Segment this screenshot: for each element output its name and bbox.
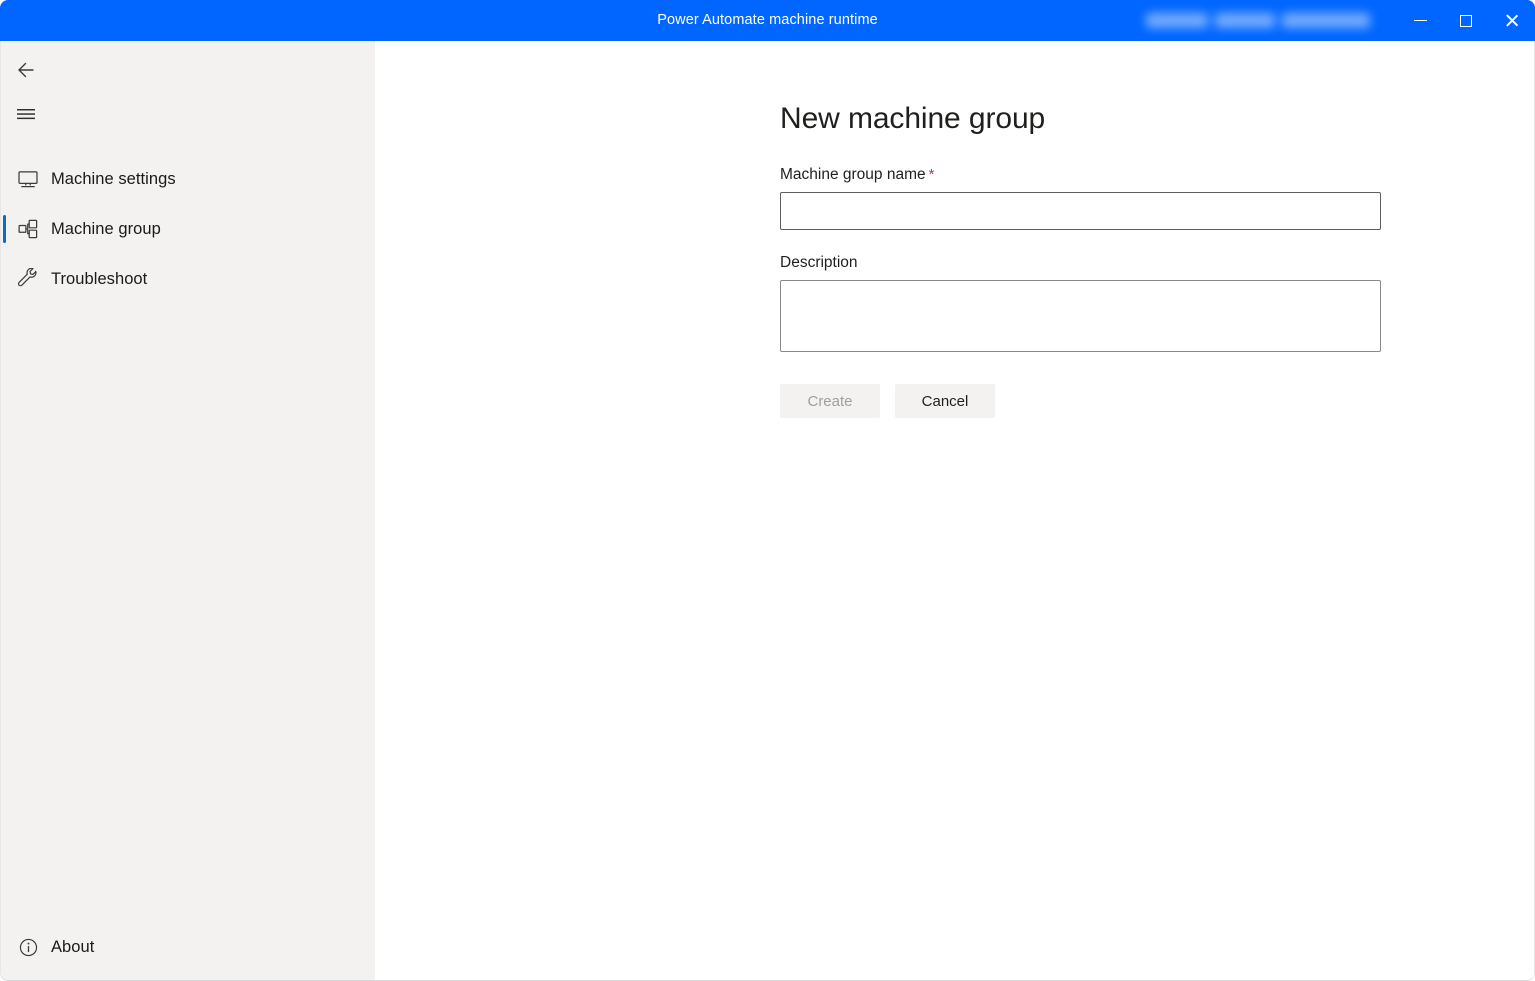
description-label: Description	[780, 254, 858, 271]
window-body: Machine settings Machine group Troublesh…	[0, 41, 1535, 981]
close-icon	[1505, 13, 1520, 28]
description-textarea[interactable]	[780, 280, 1381, 352]
maximize-button[interactable]	[1443, 0, 1489, 41]
title-bar[interactable]: Power Automate machine runtime	[0, 0, 1535, 41]
machine-group-name-label-text: Machine group name	[780, 166, 926, 183]
window-controls	[1397, 0, 1535, 41]
field-machine-group-name: Machine group name *	[780, 166, 1534, 230]
sidebar-item-machine-group[interactable]: Machine group	[1, 204, 375, 254]
account-info-redacted	[1146, 9, 1370, 31]
sidebar-item-label: Troubleshoot	[51, 269, 148, 288]
required-asterisk: *	[928, 166, 935, 183]
back-arrow-icon	[18, 62, 34, 78]
form-actions: Create Cancel	[780, 384, 1534, 418]
maximize-icon	[1460, 14, 1472, 27]
sidebar-item-about[interactable]: About	[1, 922, 375, 972]
cancel-button[interactable]: Cancel	[895, 384, 995, 418]
account-text-part-1	[1146, 12, 1208, 28]
close-button[interactable]	[1489, 0, 1535, 41]
minimize-icon	[1413, 19, 1427, 22]
sidebar-item-troubleshoot[interactable]: Troubleshoot	[1, 254, 375, 304]
sidebar-item-label: About	[51, 937, 95, 956]
sidebar-footer: About	[1, 922, 375, 980]
main-content: New machine group Machine group name * De…	[375, 41, 1534, 980]
hamburger-menu-icon	[17, 109, 35, 120]
info-circle-icon	[14, 933, 42, 961]
sidebar-header	[1, 41, 375, 136]
wrench-icon	[14, 265, 42, 293]
create-button[interactable]: Create	[780, 384, 880, 418]
account-text-part-2	[1215, 12, 1275, 28]
sidebar: Machine settings Machine group Troublesh…	[1, 41, 375, 980]
sidebar-nav-list: Machine settings Machine group Troublesh…	[1, 154, 375, 304]
machine-group-name-label: Machine group name *	[780, 166, 1534, 184]
sidebar-item-label: Machine group	[51, 219, 161, 238]
hamburger-menu-button[interactable]	[1, 92, 49, 136]
back-button[interactable]	[1, 48, 49, 92]
machine-group-icon	[14, 215, 42, 243]
app-window: Power Automate machine runtime Machine s…	[0, 0, 1535, 981]
account-text-part-3	[1282, 12, 1370, 28]
monitor-icon	[14, 165, 42, 193]
page-title: New machine group	[780, 102, 1046, 135]
field-description: Description	[780, 254, 1534, 352]
sidebar-item-machine-settings[interactable]: Machine settings	[1, 154, 375, 204]
minimize-button[interactable]	[1397, 0, 1443, 41]
machine-group-name-input[interactable]	[780, 192, 1381, 230]
sidebar-item-label: Machine settings	[51, 169, 176, 188]
